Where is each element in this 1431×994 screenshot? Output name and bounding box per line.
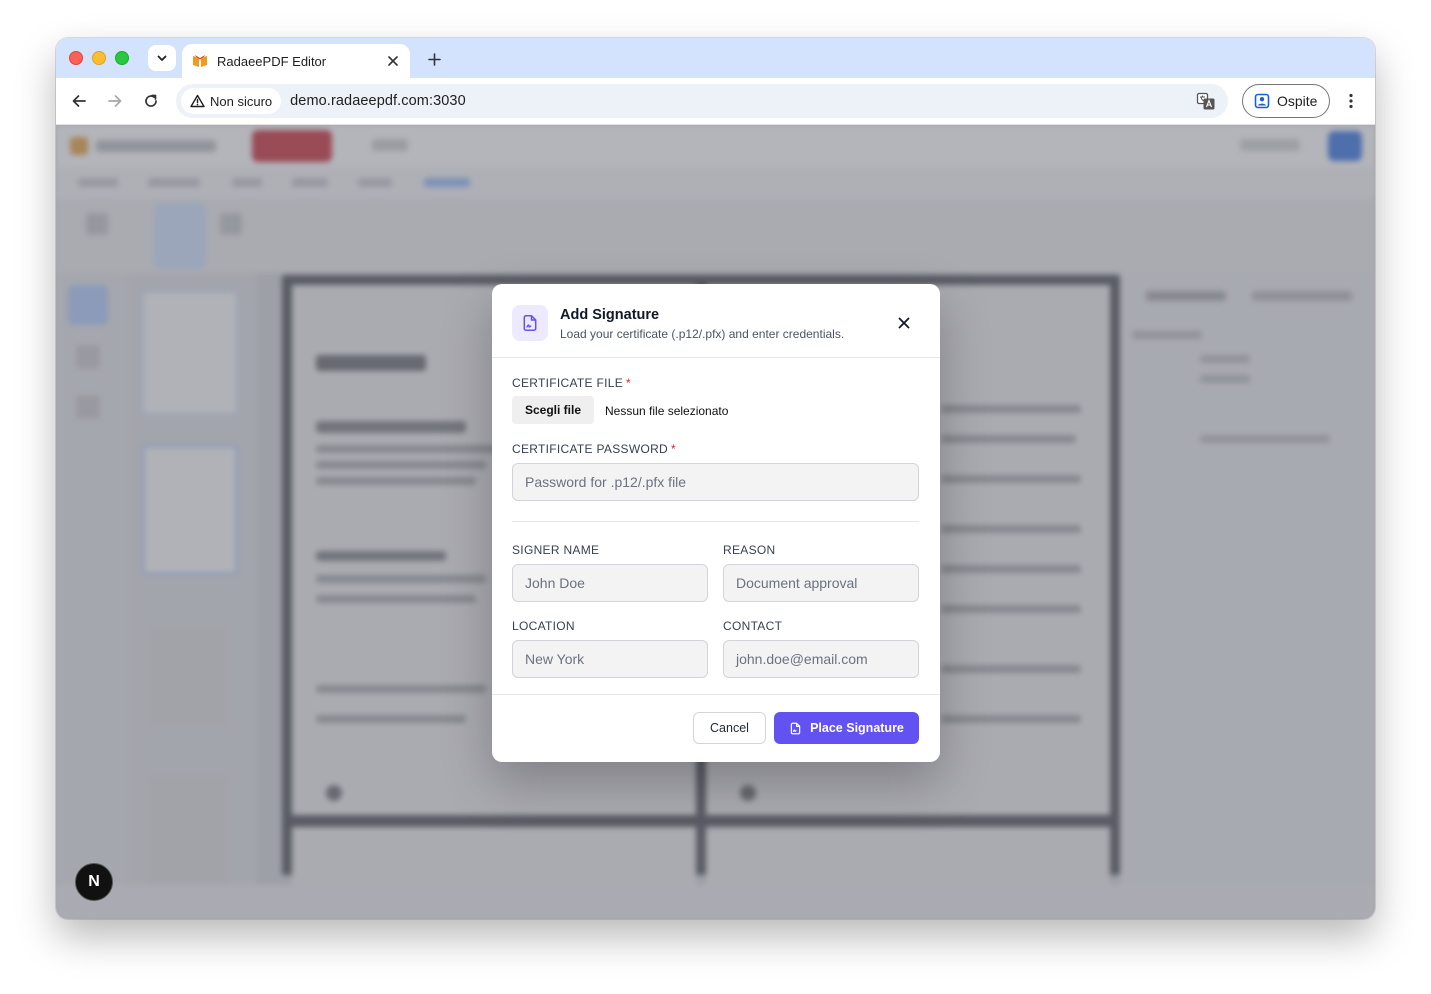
location-label: LOCATION [512,619,575,633]
browser-window: RadaeePDF Editor Non sicuro demo.radaeep… [56,38,1375,919]
location-input[interactable]: New York [512,640,708,678]
certificate-password-input[interactable]: Password for .p12/.pfx file [512,463,919,501]
certificate-file-label: CERTIFICATE FILE * [512,376,632,390]
required-marker: * [626,376,632,390]
profile-button[interactable]: Ospite [1242,84,1330,118]
translate-icon [1196,92,1215,110]
contact-input[interactable]: john.doe@email.com [723,640,919,678]
file-signature-icon [512,305,548,341]
browser-tab[interactable]: RadaeePDF Editor [182,44,410,78]
maximize-window-button[interactable] [115,51,129,65]
tab-strip: RadaeePDF Editor [56,38,1375,78]
tab-search-button[interactable] [148,45,176,71]
translate-button[interactable] [1196,91,1216,111]
reason-input[interactable]: Document approval [723,564,919,602]
reload-icon [145,94,157,107]
tab-title: RadaeePDF Editor [217,53,327,69]
radaee-logo-icon [192,53,208,69]
chevron-down-icon [157,55,167,61]
close-icon[interactable] [382,50,404,72]
close-icon [898,317,910,329]
dialog-subtitle: Load your certificate (.p12/.pfx) and en… [560,327,845,341]
plus-icon [427,52,441,66]
url-text[interactable]: demo.radaeepdf.com:3030 [290,93,466,109]
profile-label: Ospite [1277,93,1318,109]
add-signature-dialog: Add Signature Load your certificate (.p1… [492,284,940,762]
nextjs-badge[interactable]: N [75,863,113,901]
close-window-button[interactable] [69,51,83,65]
new-tab-button[interactable] [422,47,446,71]
warning-triangle-icon [190,94,205,108]
signer-name-input[interactable]: John Doe [512,564,708,602]
place-signature-button[interactable]: Place Signature [774,712,919,744]
choose-file-button[interactable]: Scegli file [512,396,594,424]
cancel-button[interactable]: Cancel [693,712,766,744]
forward-button[interactable] [104,90,126,112]
reason-label: REASON [723,543,776,557]
reload-button[interactable] [140,90,162,112]
address-bar[interactable]: Non sicuro demo.radaeepdf.com:3030 [176,84,1228,118]
dialog-footer-divider [492,694,940,695]
dialog-title: Add Signature [560,307,660,323]
signer-name-label: SIGNER NAME [512,543,600,557]
security-label: Non sicuro [210,93,273,109]
security-chip[interactable]: Non sicuro [181,88,282,114]
back-button[interactable] [68,90,90,112]
dialog-close-button[interactable] [894,313,914,333]
contact-label: CONTACT [723,619,783,633]
arrow-right-icon [108,95,122,107]
certificate-password-label: CERTIFICATE PASSWORD * [512,442,676,456]
browser-toolbar: Non sicuro demo.radaeepdf.com:3030 Ospit… [56,78,1375,125]
more-vertical-icon [1349,93,1353,109]
guest-profile-icon [1254,93,1270,109]
file-signature-icon [790,722,801,734]
page-content: N Add Signature Load your certificate (.… [56,125,1375,919]
dialog-header: Add Signature Load your certificate (.p1… [492,284,940,358]
place-signature-label: Place Signature [810,721,904,735]
minimize-window-button[interactable] [92,51,106,65]
arrow-left-icon [72,95,86,107]
file-status: Nessun file selezionato [605,404,729,418]
browser-menu-button[interactable] [1340,90,1362,112]
section-divider [512,521,919,522]
required-marker: * [671,442,676,456]
